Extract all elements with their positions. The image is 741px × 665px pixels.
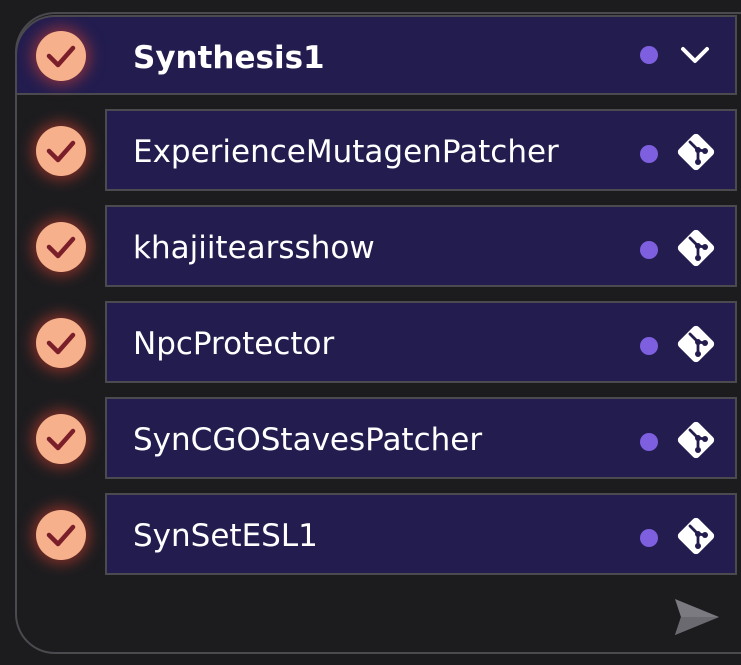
checkmark-icon [46, 524, 76, 547]
git-icon[interactable] [674, 418, 718, 462]
checkmark-icon [46, 140, 76, 163]
patcher-enabled-check-icon[interactable] [36, 414, 86, 464]
patcher-label: ExperienceMutagenPatcher [133, 134, 559, 170]
patcher-status-dot [640, 145, 658, 163]
git-icon[interactable] [674, 322, 718, 366]
send-icon[interactable] [672, 596, 722, 638]
patcher-status-dot [640, 337, 658, 355]
patcher-enabled-check-icon[interactable] [36, 222, 86, 272]
patcher-label: SynSetESL1 [133, 518, 318, 554]
patcher-status-dot [640, 433, 658, 451]
checkmark-icon [46, 45, 76, 68]
git-icon[interactable] [674, 130, 718, 174]
checkmark-icon [46, 428, 76, 451]
checkmark-icon [46, 332, 76, 355]
group-header[interactable] [15, 15, 737, 95]
patcher-label: SynCGOStavesPatcher [133, 422, 483, 458]
patcher-status-dot [640, 241, 658, 259]
chevron-down-icon[interactable] [677, 40, 713, 70]
group-title: Synthesis1 [133, 40, 325, 76]
patcher-enabled-check-icon[interactable] [36, 318, 86, 368]
git-icon[interactable] [674, 514, 718, 558]
patcher-status-dot [640, 529, 658, 547]
checkmark-icon [46, 236, 76, 259]
git-icon[interactable] [674, 226, 718, 270]
patcher-enabled-check-icon[interactable] [36, 126, 86, 176]
group-enabled-check-icon[interactable] [36, 31, 86, 81]
patcher-enabled-check-icon[interactable] [36, 510, 86, 560]
group-status-dot [640, 46, 658, 64]
patcher-label: khajiitearsshow [133, 230, 375, 266]
patcher-label: NpcProtector [133, 326, 335, 362]
